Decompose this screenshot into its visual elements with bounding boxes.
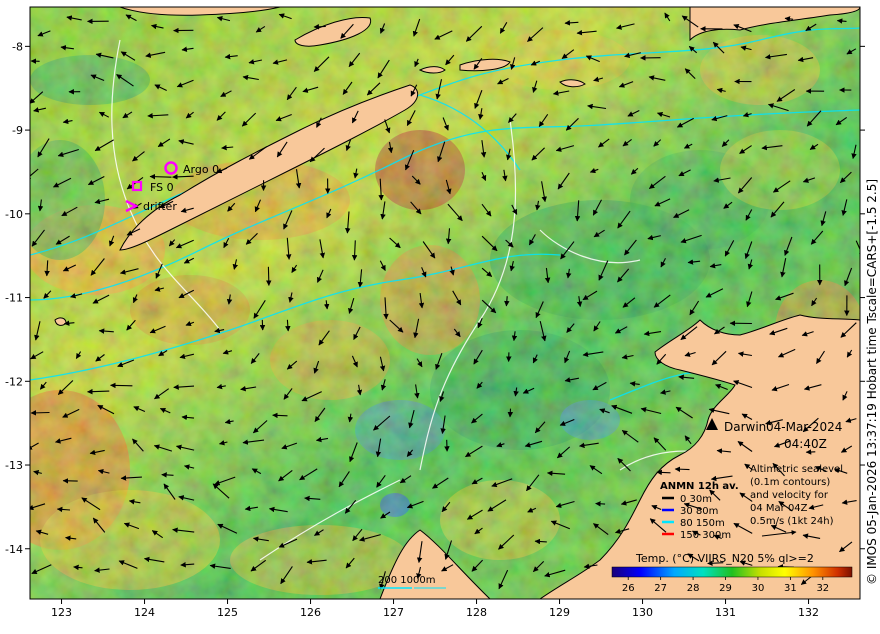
- colorbar-tick-label: 27: [654, 583, 667, 594]
- anmn-item-label: 30 80m: [680, 506, 718, 517]
- velocity-arrow-icon: [88, 391, 110, 392]
- credit-text: © IMOS 05-Jan-2026 13:37:19 Hobart time …: [865, 179, 879, 585]
- map-svg: Argo 0 FS 0 drifter Darwin 04-Mar-2024 0…: [0, 0, 880, 630]
- anmn-title: ANMN 12h av.: [660, 481, 739, 492]
- fs-label: FS 0: [150, 181, 174, 194]
- station-time: 04:40Z: [784, 437, 827, 451]
- x-tick-label: 123: [51, 606, 72, 619]
- velocity-arrow-icon: [273, 415, 288, 416]
- land-coast-small: [55, 318, 66, 326]
- x-tick-label: 124: [134, 606, 155, 619]
- x-tick-label: 129: [549, 606, 570, 619]
- velocity-arrow-icon: [510, 409, 511, 417]
- x-axis: 123 124 125 126 127 128 129 130 131 132: [51, 599, 819, 619]
- x-tick-label: 128: [466, 606, 487, 619]
- velocity-arrow-icon: [314, 26, 326, 27]
- x-tick-label: 125: [217, 606, 238, 619]
- x-tick-label: 127: [383, 606, 404, 619]
- y-tick-label: -9: [12, 124, 23, 137]
- map-figure: Argo 0 FS 0 drifter Darwin 04-Mar-2024 0…: [0, 0, 880, 630]
- velocity-arrow-icon: [162, 475, 174, 476]
- velocity-arrow-icon: [268, 267, 269, 286]
- argo-label: Argo 0: [183, 163, 219, 176]
- x-tick-label: 126: [300, 606, 321, 619]
- drifter-label: drifter: [143, 200, 177, 213]
- altimetry-line-4: 04 Mar 04Z: [750, 503, 808, 514]
- y-tick-label: -8: [12, 40, 23, 53]
- y-tick-label: -13: [5, 459, 23, 472]
- colorbar-tick-label: 26: [622, 583, 635, 594]
- anmn-item-label: 0 30m: [680, 494, 712, 505]
- x-tick-label: 132: [798, 606, 819, 619]
- colorbar-tick-label: 30: [752, 583, 765, 594]
- altimetry-line-1: Altimetric sealevel: [750, 464, 843, 475]
- velocity-arrow-icon: [675, 469, 689, 470]
- velocity-arrow-icon: [596, 504, 605, 505]
- colorbar-tick-label: 32: [816, 583, 829, 594]
- velocity-arrow-icon: [31, 413, 49, 414]
- colorbar-title: Temp. (°C) VIIRS_N20 5% ql>=2: [635, 552, 814, 565]
- colorbar-gradient: [612, 567, 852, 577]
- y-tick-label: -11: [5, 292, 23, 305]
- station-name: Darwin: [724, 420, 766, 434]
- plot-area: Argo 0 FS 0 drifter Darwin 04-Mar-2024 0…: [0, 7, 865, 599]
- anmn-item-label: 150 300m: [680, 530, 731, 541]
- velocity-arrow-icon: [657, 472, 671, 473]
- x-tick-label: 131: [715, 606, 736, 619]
- colorbar-tick-label: 31: [784, 583, 797, 594]
- colorbar-tick-label: 28: [687, 583, 700, 594]
- altimetry-line-5: 0.5m/s (1kt 24h): [750, 516, 834, 527]
- velocity-arrow-icon: [150, 177, 171, 178]
- station-date: 04-Mar-2024: [766, 420, 842, 434]
- y-tick-label: -12: [5, 375, 23, 388]
- x-tick-label: 130: [632, 606, 653, 619]
- y-tick-label: -14: [5, 543, 23, 556]
- y-tick-label: -10: [5, 208, 23, 221]
- colorbar-tick-label: 29: [719, 583, 732, 594]
- velocity-arrow-icon: [535, 541, 547, 542]
- altimetry-line-2: (0.1m contours): [750, 477, 830, 488]
- isobath-label: 200 1000m: [378, 575, 435, 586]
- altimetry-line-3: and velocity for: [750, 490, 829, 501]
- velocity-arrow-icon: [111, 385, 133, 386]
- anmn-item-label: 80 150m: [680, 518, 725, 529]
